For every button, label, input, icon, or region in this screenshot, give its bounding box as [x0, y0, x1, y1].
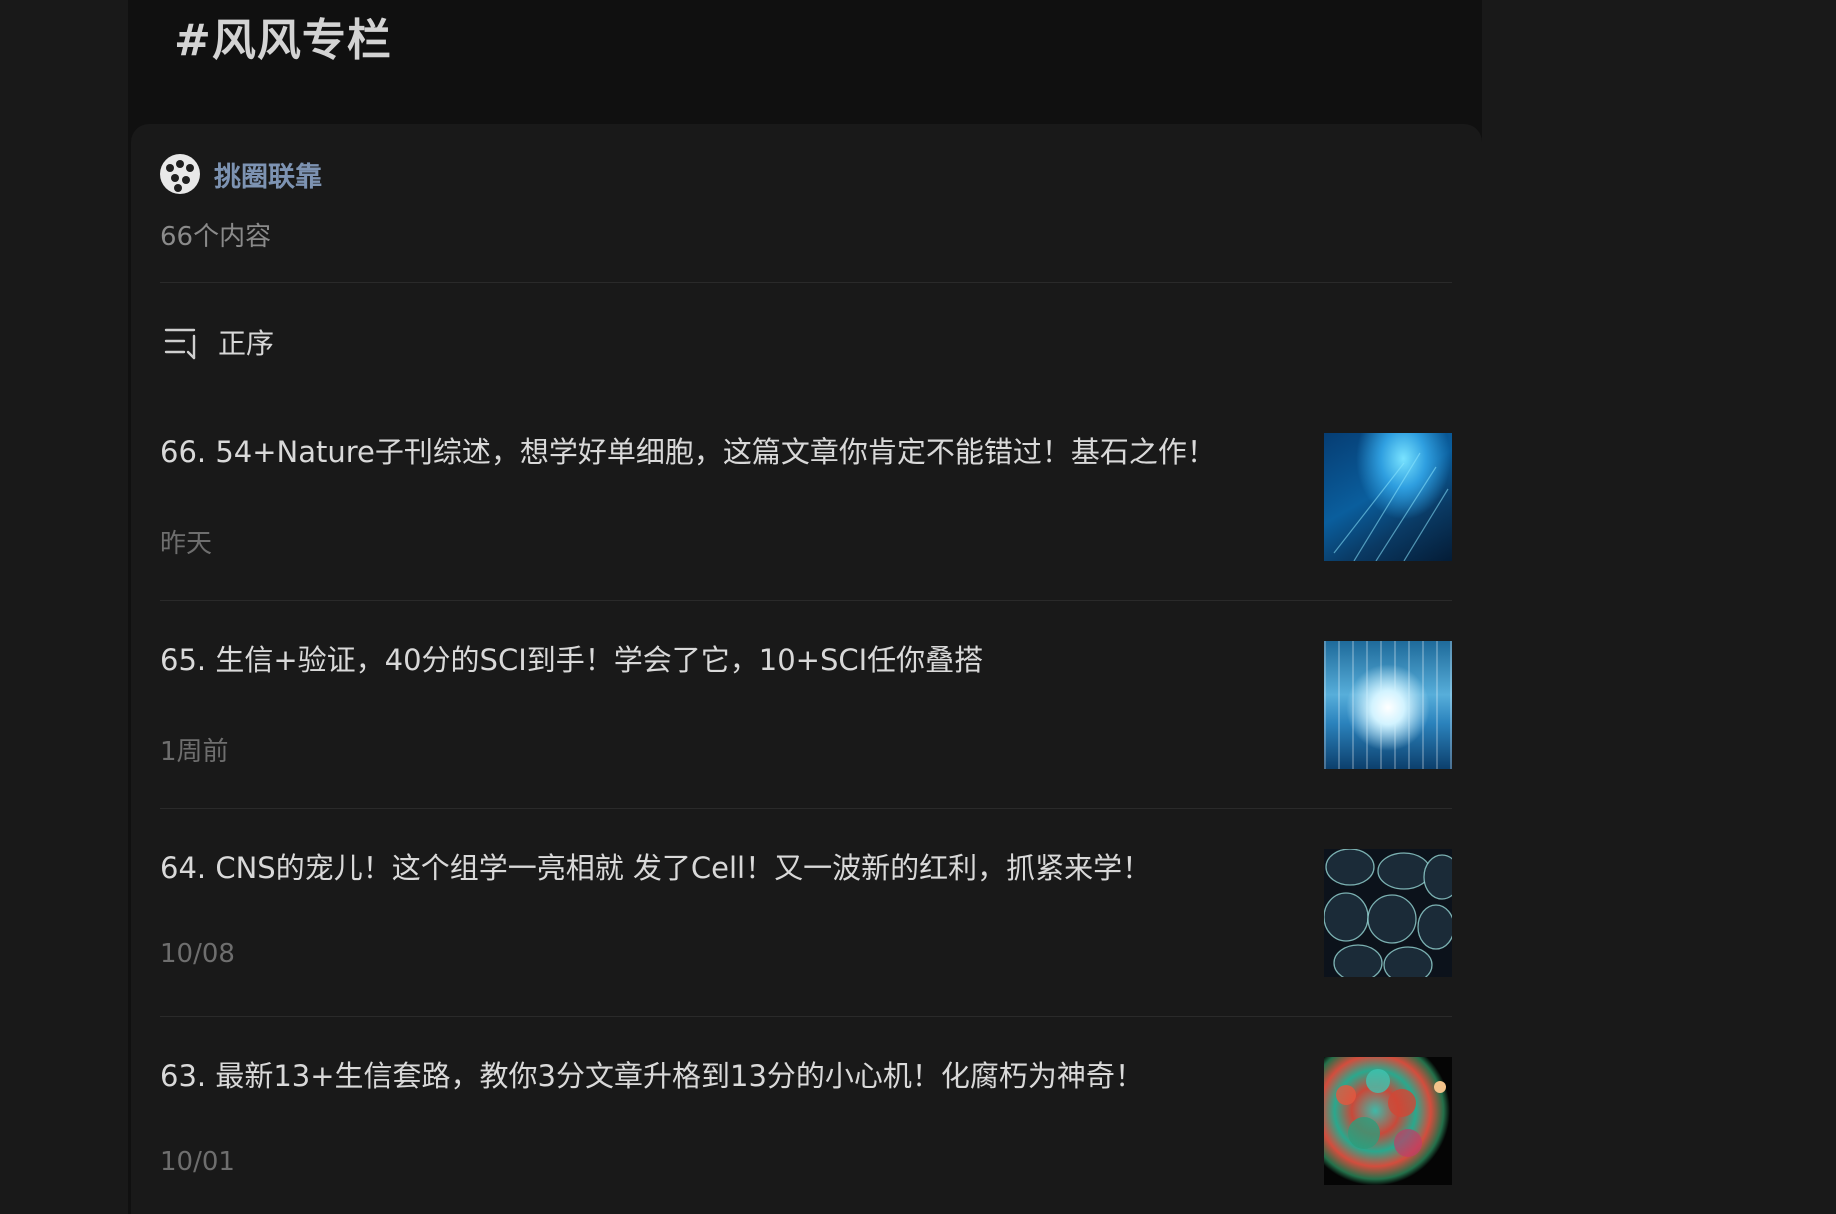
- article-date: 10/01: [160, 1147, 235, 1177]
- article-thumbnail[interactable]: [1324, 849, 1452, 977]
- article-date: 1周前: [160, 737, 229, 767]
- sort-ascending-icon: [164, 328, 196, 360]
- sort-label: 正序: [218, 327, 275, 360]
- article-item[interactable]: 66. 54+Nature子刊综述，想学好单细胞，这篇文章你肯定不能错过！基石之…: [160, 433, 1452, 564]
- article-date: 10/08: [160, 939, 235, 969]
- article-title[interactable]: 63. 最新13+生信套路，教你3分文章升格到13分的小心机！化腐朽为神奇！: [160, 1058, 1280, 1094]
- author-avatar[interactable]: [160, 154, 200, 194]
- article-thumbnail[interactable]: [1324, 641, 1452, 769]
- article-divider: [160, 808, 1452, 809]
- article-item[interactable]: 63. 最新13+生信套路，教你3分文章升格到13分的小心机！化腐朽为神奇！ 1…: [160, 1057, 1452, 1188]
- main-column: #风风专栏 挑圈联靠 66个内容 正序 66. 54+Nature子刊综述，想学…: [128, 0, 1482, 1214]
- article-item[interactable]: 65. 生信+验证，40分的SCI到手！学会了它，10+SCI任你叠搭 1周前: [160, 641, 1452, 772]
- article-title[interactable]: 64. CNS的宠儿！这个组学一亮相就 发了Cell！又一波新的红利，抓紧来学！: [160, 850, 1280, 886]
- article-thumbnail[interactable]: [1324, 433, 1452, 561]
- article-item[interactable]: 64. CNS的宠儿！这个组学一亮相就 发了Cell！又一波新的红利，抓紧来学！…: [160, 849, 1452, 980]
- article-thumbnail[interactable]: [1324, 1057, 1452, 1185]
- topic-card: 挑圈联靠 66个内容 正序 66. 54+Nature子刊综述，想学好单细胞，这…: [131, 124, 1482, 1214]
- author-row[interactable]: 挑圈联靠: [160, 154, 322, 194]
- article-title[interactable]: 66. 54+Nature子刊综述，想学好单细胞，这篇文章你肯定不能错过！基石之…: [160, 434, 1280, 470]
- author-name[interactable]: 挑圈联靠: [214, 155, 322, 194]
- header-divider: [160, 282, 1452, 283]
- article-title[interactable]: 65. 生信+验证，40分的SCI到手！学会了它，10+SCI任你叠搭: [160, 642, 1280, 678]
- sort-toggle[interactable]: 正序: [160, 320, 274, 364]
- topic-title: #风风专栏: [174, 15, 392, 66]
- article-divider: [160, 600, 1452, 601]
- article-date: 昨天: [160, 529, 213, 559]
- content-count: 66个内容: [160, 222, 272, 252]
- article-divider: [160, 1016, 1452, 1017]
